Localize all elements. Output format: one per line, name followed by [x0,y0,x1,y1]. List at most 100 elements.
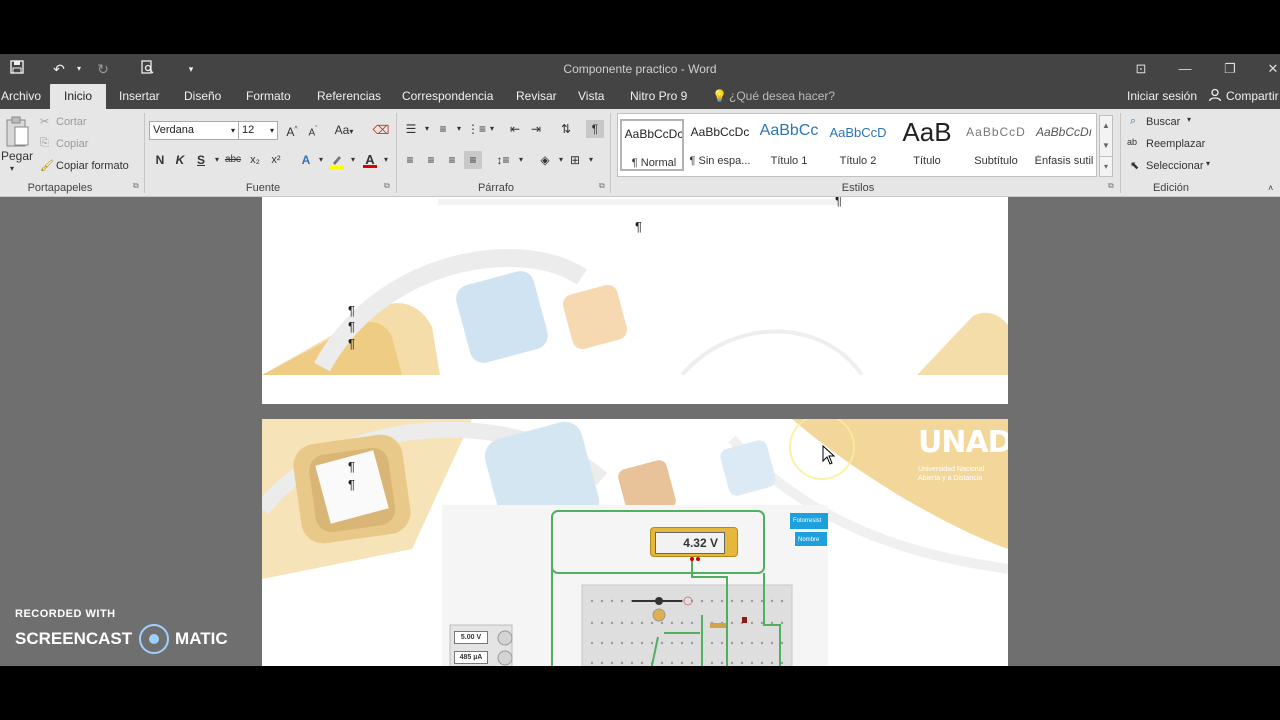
align-left-icon[interactable]: ≡ [401,151,419,169]
tab-vista[interactable]: Vista [578,84,604,109]
tell-me-search[interactable]: ¿Qué desea hacer? [729,84,835,109]
lightbulb-icon: 💡 [712,89,727,103]
cut-button[interactable]: Cortar [56,116,87,128]
style-title[interactable]: AaB Título [895,119,959,171]
style-subtle-emphasis[interactable]: AaBbCcDı Énfasis sutil [1032,119,1096,171]
paragraph-mark: ¶ [348,477,355,492]
tab-inicio[interactable]: Inicio [50,84,107,109]
share-button[interactable]: Compartir [1226,84,1279,109]
clear-formatting-icon[interactable]: ⌫ [372,121,390,139]
collapse-ribbon-icon[interactable]: ˄ [1268,183,1273,193]
select-cursor-icon: ⬉ [1130,160,1140,172]
ribbon: Pegar ▾ ✂ Cortar ⎘ Copiar 🖌 Copiar forma… [0,109,1280,197]
chevron-down-icon[interactable]: ▼ [1100,136,1112,156]
justify-icon[interactable]: ≡ [464,151,482,169]
logo-subtitle: Universidad Nacional [918,466,985,473]
paragraph-mark: ¶ [348,303,355,318]
sort-icon[interactable]: ⇅ [557,120,575,138]
multilevel-dropdown-icon[interactable]: ▾ [483,120,501,138]
copy-icon: ⎘ [40,137,49,149]
tab-referencias[interactable]: Referencias [317,84,381,109]
paragraph-launcher-icon[interactable]: ⧉ [599,181,605,191]
font-group-label: Fuente [245,182,281,194]
replace-button[interactable]: Reemplazar [1146,138,1205,150]
style-subtitle[interactable]: AaBbCcD Subtítulo [964,119,1028,171]
find-button[interactable]: Buscar [1146,116,1180,128]
paste-button[interactable]: Pegar [1,149,33,163]
grow-font-icon[interactable]: A^ [283,121,301,139]
highlight-dropdown-icon[interactable]: ▾ [344,151,362,169]
find-dropdown-icon[interactable]: ▾ [1187,115,1191,124]
style-no-spacing[interactable]: AaBbCcDc ¶ Sin espa... [688,119,752,171]
bold-button[interactable]: N [151,151,169,169]
font-family-value: Verdana [153,124,194,136]
subscript-button[interactable]: x₂ [246,151,264,169]
font-color-icon[interactable]: A [362,151,378,169]
chevron-down-icon: ▾ [269,126,274,135]
highlight-icon[interactable] [329,153,345,169]
strikethrough-button[interactable]: abc [224,151,242,169]
align-center-icon[interactable]: ≡ [422,151,440,169]
increase-indent-icon[interactable]: ⇥ [527,120,545,138]
style-heading-1[interactable]: AaBbCc Título 1 [757,119,821,171]
paste-icon[interactable] [4,115,30,151]
styles-scroll[interactable]: ▲ ▼ ▾ [1099,115,1113,177]
ribbon-display-icon[interactable]: ⊡ [1126,59,1156,79]
tab-formato[interactable]: Formato [246,84,291,109]
numbering-dropdown-icon[interactable]: ▾ [450,120,468,138]
font-family-select[interactable]: Verdana ▾ [149,121,239,140]
decrease-indent-icon[interactable]: ⇤ [506,120,524,138]
paragraph-mark: ¶ [348,319,355,334]
styles-gallery: AaBbCcDc ¶ Normal AaBbCcDc ¶ Sin espa...… [617,113,1097,177]
line-spacing-icon[interactable]: ↕≡ [494,151,512,169]
line-spacing-dropdown-icon[interactable]: ▾ [512,151,530,169]
tab-insertar[interactable]: Insertar [119,84,160,109]
select-dropdown-icon[interactable]: ▾ [1206,159,1210,168]
copy-button[interactable]: Copiar [56,138,88,150]
replace-icon: ab [1127,137,1138,147]
chevron-up-icon[interactable]: ▲ [1100,116,1112,136]
font-launcher-icon[interactable]: ⧉ [384,181,390,191]
more-styles-icon[interactable]: ▾ [1100,156,1112,176]
supply-current-display: 485 µA [454,651,488,664]
italic-button[interactable]: K [171,151,189,169]
tab-revisar[interactable]: Revisar [516,84,557,109]
signin-link[interactable]: Iniciar sesión [1127,84,1197,109]
select-button[interactable]: Seleccionar [1146,160,1203,172]
font-size-value: 12 [242,124,255,136]
styles-launcher-icon[interactable]: ⧉ [1108,181,1114,191]
clipboard-launcher-icon[interactable]: ⧉ [133,181,139,191]
change-case-button[interactable]: Aa▾ [331,121,357,139]
restore-icon[interactable]: ❐ [1215,59,1245,79]
watermark-screencast: SCREENCAST [15,629,133,648]
styles-group-label: Estilos [841,182,875,194]
paste-dropdown-icon[interactable]: ▾ [10,164,14,173]
format-painter-button[interactable]: Copiar formato [56,160,129,172]
page-2[interactable]: ¶ ¶ UNAD Universidad Nacional Abierta y … [262,419,1008,666]
show-marks-icon[interactable]: ¶ [586,120,604,138]
align-right-icon[interactable]: ≡ [443,151,461,169]
page-1[interactable]: ¶ ¶ ¶ ¶ ¶ [262,197,1008,404]
tab-nitro[interactable]: Nitro Pro 9 [630,84,687,109]
document-area[interactable]: ¶ ¶ ¶ ¶ ¶ ¶ ¶ UNAD Universidad Nacional … [0,197,1280,666]
text-effects-dropdown-icon[interactable]: ▾ [312,151,330,169]
style-normal[interactable]: AaBbCcDc ¶ Normal [620,119,684,171]
minimize-icon[interactable]: — [1170,59,1200,79]
font-color-dropdown-icon[interactable]: ▾ [377,151,395,169]
superscript-button[interactable]: x² [267,151,285,169]
shrink-font-icon[interactable]: Aˇ [304,121,322,139]
close-icon[interactable]: ✕ [1258,59,1280,79]
multimeter: 4.32 V [650,527,738,557]
screen: ↶ ▾ ↻ ▾ Componente practico - Word ⊡ — ❐… [0,0,1280,720]
tab-archivo[interactable]: Archivo [1,84,41,109]
format-painter-icon: 🖌 [40,160,54,172]
tab-diseno[interactable]: Diseño [184,84,221,109]
font-size-select[interactable]: 12 ▾ [238,121,278,140]
tab-correspondencia[interactable]: Correspondencia [402,84,493,109]
style-name: Énfasis sutil [1034,155,1094,167]
screencast-logo-icon [138,624,169,654]
style-heading-2[interactable]: AaBbCcD Título 2 [826,119,890,171]
style-name: Título 1 [770,155,808,167]
borders-dropdown-icon[interactable]: ▾ [582,151,600,169]
style-name: ¶ Normal [631,157,677,169]
